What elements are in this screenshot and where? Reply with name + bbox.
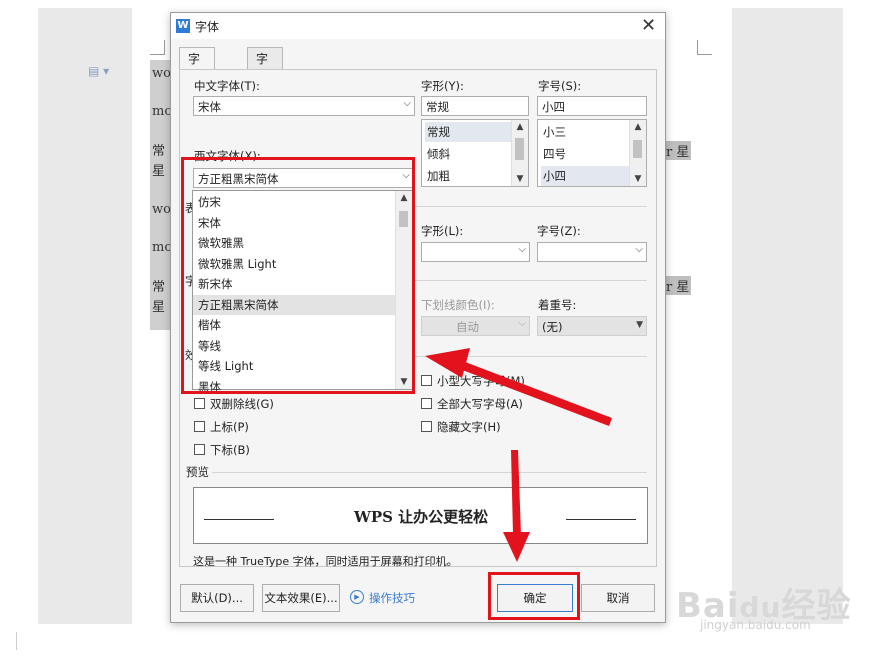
annotation-arrows	[425, 348, 612, 562]
annotation-arrow-head	[503, 532, 530, 562]
watermark-url: jingyan.baidu.com	[700, 618, 811, 632]
annotation-arrow	[511, 450, 521, 535]
annotation-arrow	[457, 360, 612, 426]
annotation-arrow-head	[425, 348, 470, 378]
